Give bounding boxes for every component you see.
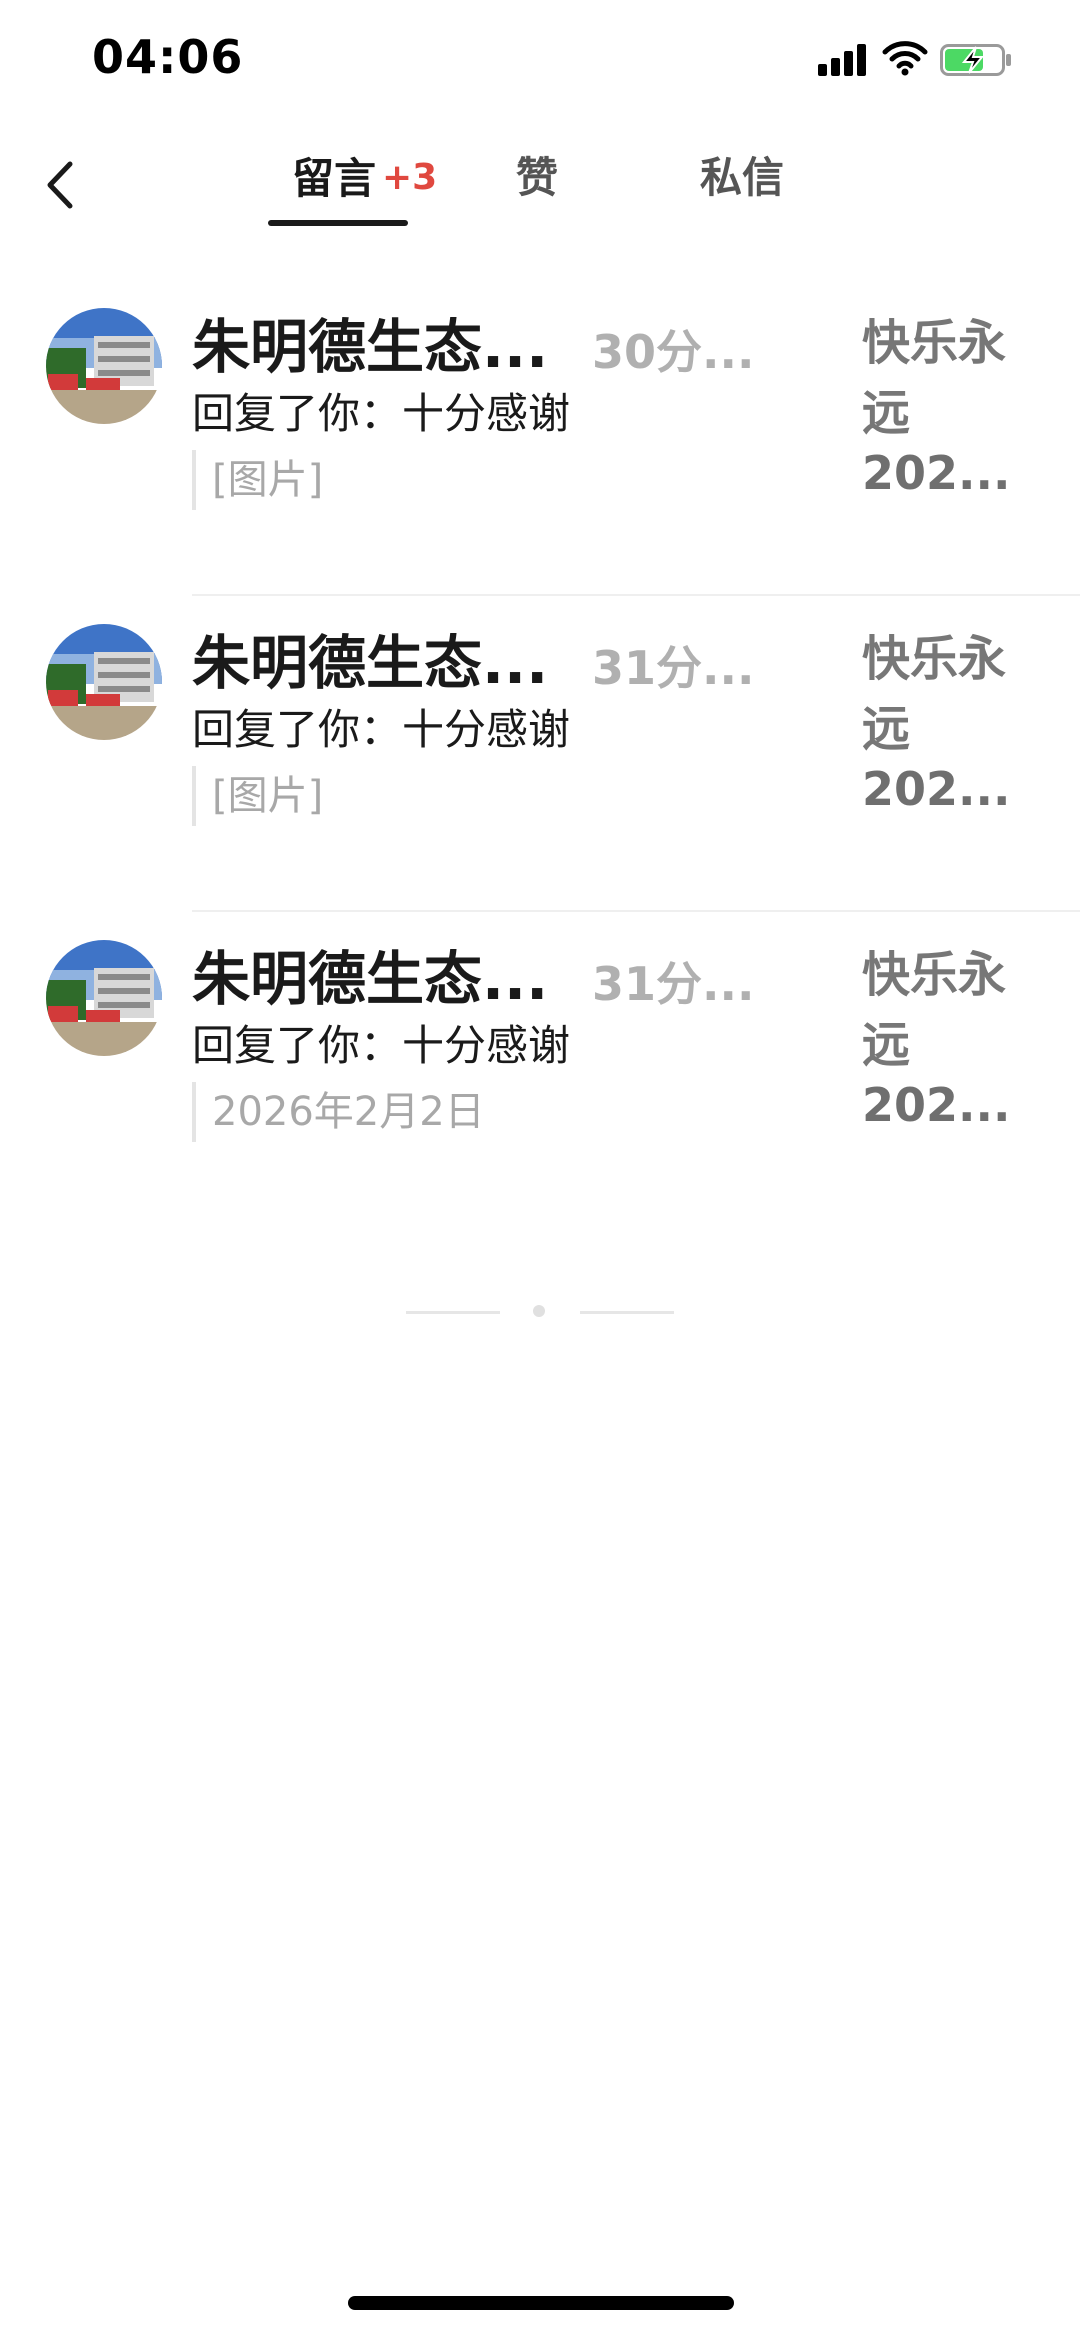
end-of-list-line-right (580, 1311, 674, 1314)
message-time: 30分... (592, 325, 755, 379)
tab-direct-messages-label: 私信 (700, 153, 785, 202)
sender-name: 朱明德生态... (192, 945, 549, 1013)
tab-direct-messages[interactable]: 私信 (700, 148, 784, 228)
avatar[interactable] (46, 940, 162, 1056)
chevron-left-icon (47, 161, 73, 209)
sender-name: 朱明德生态... (192, 313, 549, 381)
post-title: 快乐永远 (862, 631, 1007, 757)
quoted-content: [图片] (192, 766, 323, 826)
message-text: 回复了你：十分感谢 (192, 1021, 571, 1070)
quoted-content: 2026年2月2日 (192, 1082, 485, 1142)
tab-likes-label: 赞 (516, 153, 559, 202)
message-time: 31分... (592, 957, 755, 1011)
end-of-list-dot (533, 1305, 545, 1317)
post-title: 快乐永远 (862, 315, 1007, 441)
message-text: 回复了你：十分感谢 (192, 389, 571, 438)
tab-likes[interactable]: 赞 (516, 148, 558, 228)
battery-charging-icon (940, 44, 1011, 76)
list-item[interactable]: 朱明德生态... 31分... 回复了你：十分感谢 2026年2月2日 快乐永远… (0, 912, 1080, 1228)
avatar[interactable] (46, 308, 162, 424)
list-item[interactable]: 朱明德生态... 31分... 回复了你：十分感谢 [图片] 快乐永远 202.… (0, 596, 1080, 912)
quoted-content: [图片] (192, 450, 323, 510)
message-time: 31分... (592, 641, 755, 695)
active-tab-indicator (268, 220, 408, 226)
tab-comments[interactable]: 留言 +3 (292, 148, 437, 228)
cellular-signal-icon (818, 42, 868, 76)
end-of-list-line-left (406, 1311, 500, 1314)
back-button[interactable] (36, 148, 92, 218)
message-text: 回复了你：十分感谢 (192, 705, 571, 754)
post-subtitle: 202... (862, 1078, 1011, 1132)
status-time: 04:06 (92, 30, 244, 84)
post-subtitle: 202... (862, 446, 1011, 500)
wifi-icon (882, 41, 928, 76)
sender-name: 朱明德生态... (192, 629, 549, 697)
post-subtitle: 202... (862, 762, 1011, 816)
tab-comments-label: 留言 (292, 154, 377, 203)
status-bar: 04:06 (0, 0, 1080, 120)
avatar[interactable] (46, 624, 162, 740)
list-item[interactable]: 朱明德生态... 30分... 回复了你：十分感谢 [图片] 快乐永远 202.… (0, 280, 1080, 596)
home-indicator[interactable] (348, 2296, 734, 2310)
tab-comments-badge: +3 (382, 157, 438, 198)
post-title: 快乐永远 (862, 947, 1007, 1073)
